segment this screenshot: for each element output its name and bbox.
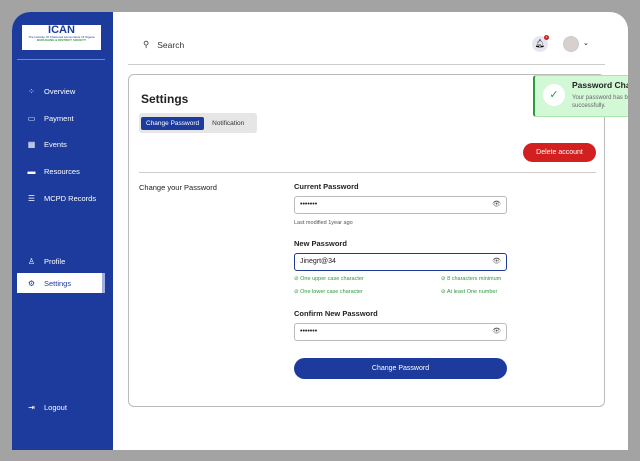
- logout-button[interactable]: ⇥ Logout: [17, 397, 105, 417]
- chevron-down-icon[interactable]: ⌄: [583, 39, 589, 47]
- new-password-value: Jinegrt@34: [300, 258, 336, 265]
- sidebar-item-label: Overview: [44, 86, 76, 96]
- rule-text: At least One number: [446, 289, 498, 295]
- sidebar-item-profile[interactable]: ♙ Profile: [17, 251, 105, 271]
- eye-icon[interactable]: 👁︎: [492, 324, 501, 340]
- list-icon: ☰: [27, 193, 36, 203]
- new-password-label: New Password: [294, 239, 347, 248]
- search-placeholder: Search: [157, 39, 185, 50]
- current-password-label: Current Password: [294, 182, 359, 191]
- change-password-button[interactable]: Change Password: [294, 358, 507, 379]
- avatar[interactable]: [563, 36, 579, 52]
- settings-tabs: Change Password Notification: [139, 113, 257, 133]
- eye-icon[interactable]: 👁︎: [492, 254, 501, 270]
- section-title: Change your Password: [139, 183, 217, 192]
- confirm-password-value: •••••••: [300, 328, 318, 335]
- success-toast: ✓ Password Changed Your password has bee…: [533, 75, 628, 117]
- folder-icon: ▬: [27, 166, 36, 176]
- sidebar-item-resources[interactable]: ▬ Resources: [17, 161, 105, 181]
- notification-badge: 1: [544, 35, 549, 40]
- sidebar-item-label: Profile: [44, 256, 66, 266]
- sidebar-item-payment[interactable]: ▭ Payment: [17, 108, 105, 128]
- rule-number: ⊘ At least One number: [441, 289, 498, 295]
- logout-icon: ⇥: [28, 402, 35, 412]
- sidebar-item-settings[interactable]: ⚙ Settings: [17, 273, 105, 293]
- search-icon: ⚲: [143, 39, 150, 49]
- toast-message: Your password has been changed successfu…: [572, 95, 628, 110]
- sidebar-item-events[interactable]: ▦ Events: [17, 134, 105, 154]
- card-icon: ▭: [27, 113, 36, 123]
- sidebar-item-label: Payment: [44, 113, 74, 123]
- user-icon: ♙: [27, 256, 36, 266]
- section-divider: [139, 172, 596, 173]
- calendar-icon: ▦: [27, 139, 36, 149]
- confirm-password-field[interactable]: ••••••• 👁︎: [294, 323, 507, 341]
- grid-icon: ⁘: [28, 86, 35, 96]
- sidebar-item-label: Settings: [44, 278, 72, 288]
- sidebar-item-label: Events: [44, 139, 67, 149]
- rule-length: ⊘ 8 characters minimum: [441, 276, 502, 282]
- rule-text: One upper case character: [300, 276, 364, 282]
- sidebar-divider: [17, 59, 105, 60]
- main-content: ⚲ Search 🔔︎ 1 ⌄ Settings Change Password N…: [113, 12, 628, 450]
- current-password-field[interactable]: ••••••• 👁︎: [294, 196, 507, 214]
- rule-upper: ⊘ One upper case character: [294, 276, 364, 282]
- ican-logo: ICAN The Institute Of Chartered Accounta…: [22, 25, 101, 50]
- tab-change-password[interactable]: Change Password: [141, 116, 205, 130]
- new-password-field[interactable]: Jinegrt@34 👁︎: [294, 253, 507, 271]
- settings-card: Settings Change Password Notification De…: [128, 74, 605, 407]
- sidebar-item-label: Resources: [44, 166, 80, 176]
- page-title: Settings: [141, 92, 189, 106]
- current-password-value: •••••••: [300, 201, 318, 208]
- sidebar: ICAN The Institute Of Chartered Accounta…: [12, 12, 113, 450]
- tab-notification[interactable]: Notification: [207, 117, 249, 130]
- toast-title: Password Changed: [572, 80, 628, 90]
- rule-lower: ⊘ One lower case character: [294, 289, 363, 295]
- bell-icon[interactable]: 🔔︎ 1: [532, 35, 549, 52]
- last-modified-text: Last modified 1year ago: [294, 220, 353, 226]
- sidebar-item-overview[interactable]: ⁘ Overview: [17, 81, 105, 101]
- search-input[interactable]: ⚲ Search: [143, 39, 184, 50]
- gear-icon: ⚙: [27, 278, 36, 288]
- sidebar-item-label: MCPD Records: [44, 193, 97, 203]
- logo-line2: BURUGANE & DISTRICT SOCIETY: [36, 38, 86, 42]
- header-divider: [128, 64, 605, 65]
- app-window: ICAN The Institute Of Chartered Accounta…: [12, 12, 628, 450]
- rule-text: 8 characters minimum: [447, 276, 502, 282]
- rule-text: One lower case character: [300, 289, 363, 295]
- sidebar-item-mcpd-records[interactable]: ☰ MCPD Records: [17, 188, 105, 208]
- delete-account-button[interactable]: Delete account: [523, 143, 596, 162]
- check-circle-icon: ✓: [543, 84, 565, 106]
- eye-icon[interactable]: 👁︎: [492, 197, 501, 213]
- confirm-password-label: Confirm New Password: [294, 309, 378, 318]
- logout-label: Logout: [44, 402, 67, 412]
